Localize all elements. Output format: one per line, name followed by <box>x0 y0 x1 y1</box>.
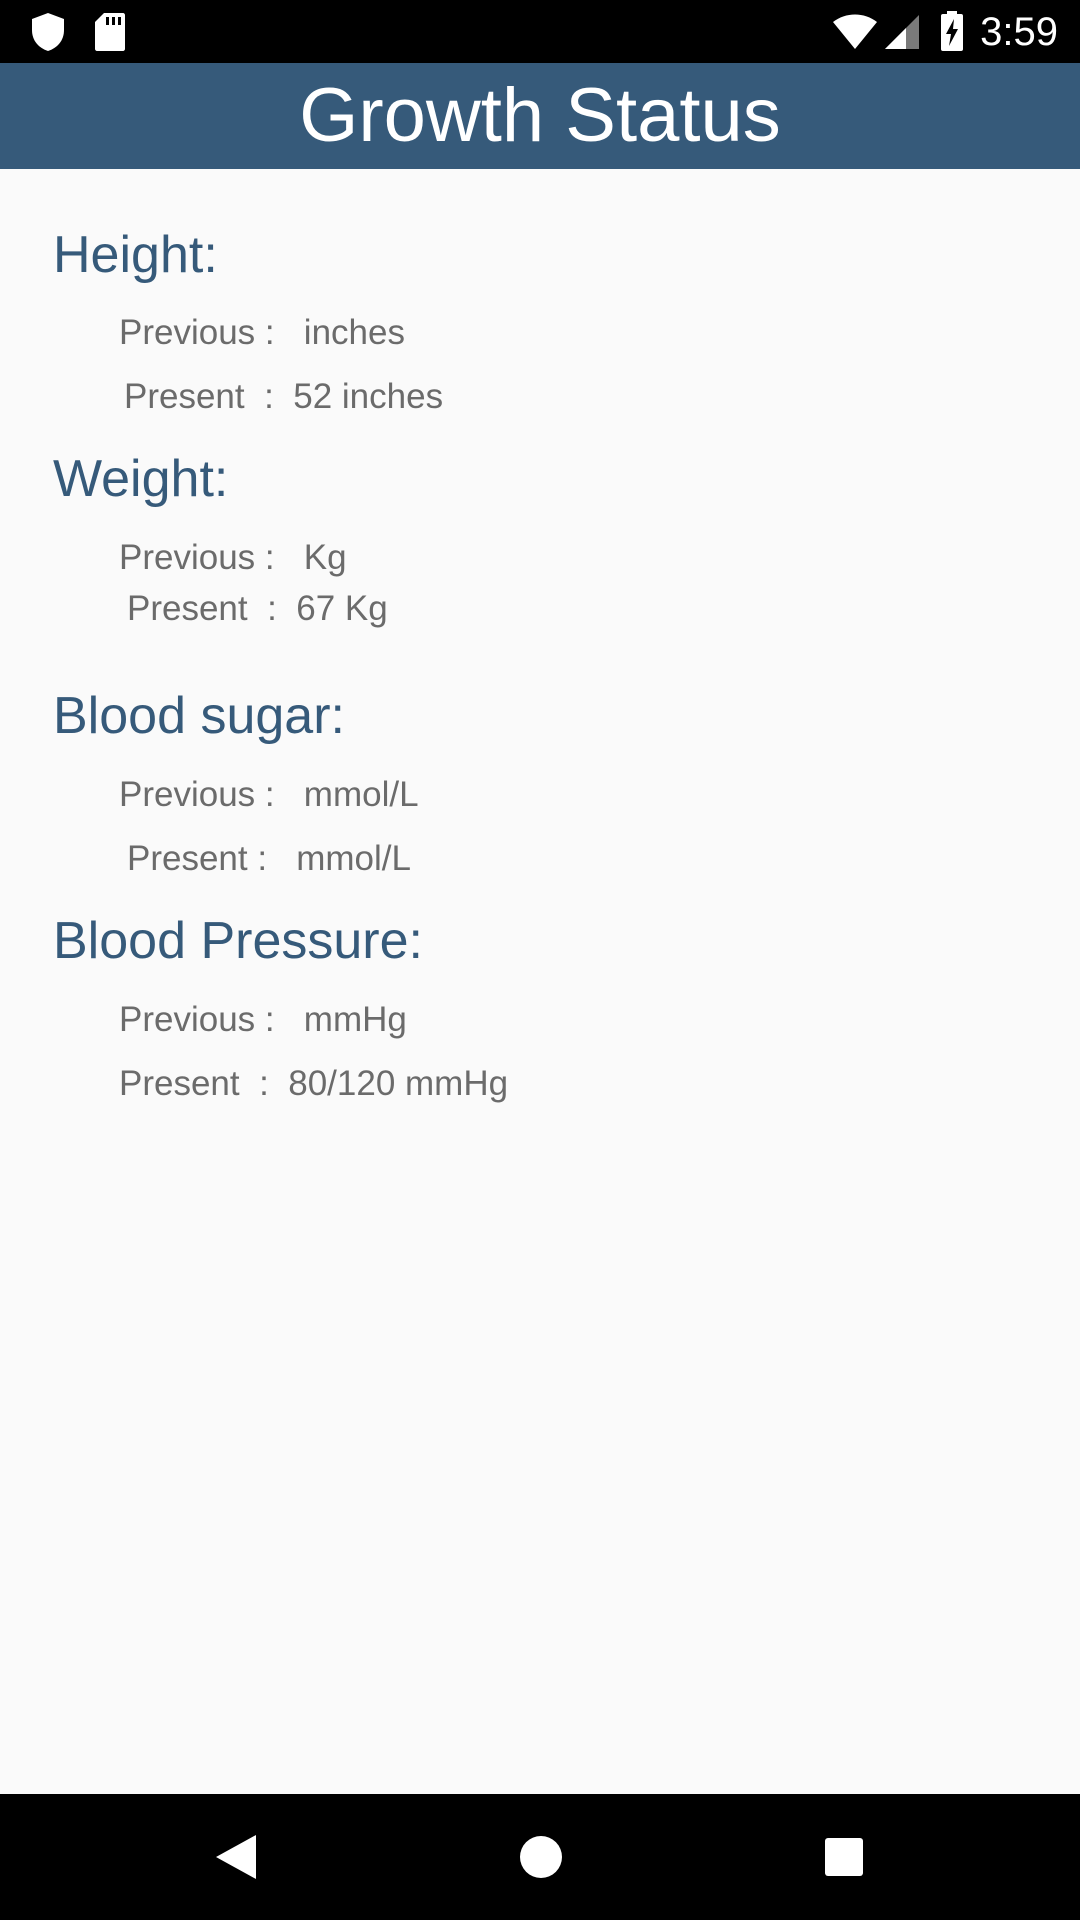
growth-status-content: Height: Previous : inches Present : 52 i… <box>0 169 1080 1793</box>
shield-icon <box>32 13 64 51</box>
height-previous: Previous : inches <box>119 313 405 352</box>
blood-pressure-present: Present : 80/120 mmHg <box>119 1064 509 1103</box>
weight-present: Present : 67 Kg <box>127 589 388 628</box>
weight-heading: Weight: <box>53 450 229 508</box>
home-button[interactable] <box>496 1812 586 1902</box>
height-present: Present : 52 inches <box>124 377 444 416</box>
navigation-bar <box>0 1794 1080 1920</box>
blood-pressure-heading: Blood Pressure: <box>53 912 423 970</box>
height-heading: Height: <box>53 226 218 284</box>
status-bar: 3:59 <box>0 0 1080 63</box>
back-icon <box>216 1835 256 1879</box>
recents-button[interactable] <box>799 1812 889 1902</box>
page-title: Growth Status <box>299 73 781 158</box>
recents-icon <box>825 1838 863 1876</box>
home-icon <box>520 1836 562 1878</box>
sd-card-icon <box>95 13 125 51</box>
wifi-icon <box>833 14 877 49</box>
blood-sugar-heading: Blood sugar: <box>53 687 345 745</box>
back-button[interactable] <box>191 1812 281 1902</box>
signal-icon <box>885 15 919 49</box>
blood-sugar-present: Present : mmol/L <box>127 839 411 878</box>
blood-pressure-previous: Previous : mmHg <box>119 1000 407 1039</box>
status-time: 3:59 <box>980 10 1058 54</box>
app-bar: Growth Status <box>0 63 1080 169</box>
battery-charging-icon <box>941 11 963 51</box>
weight-previous: Previous : Kg <box>119 538 347 577</box>
blood-sugar-previous: Previous : mmol/L <box>119 775 419 814</box>
